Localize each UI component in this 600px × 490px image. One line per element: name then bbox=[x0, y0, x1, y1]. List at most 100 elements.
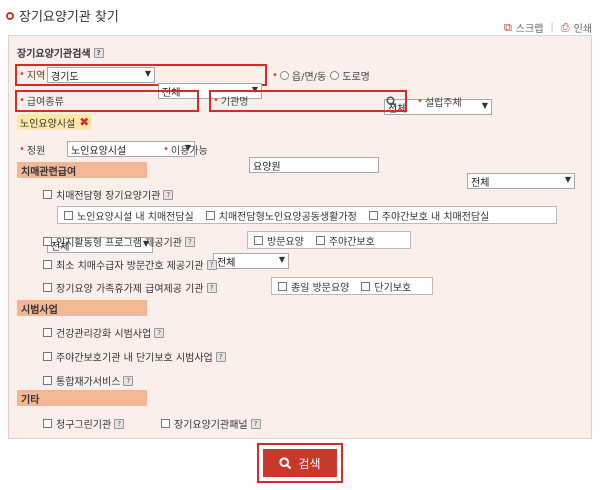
capacity-label-text: 정원 bbox=[26, 146, 46, 157]
region-label: • 지역 bbox=[19, 69, 46, 82]
cognitive-program-checkbox[interactable]: 인지활동형 프로그램 제공기관? bbox=[43, 234, 195, 249]
sub-option-day-night[interactable]: 주야간보호 bbox=[315, 233, 375, 248]
checkbox[interactable] bbox=[43, 237, 52, 246]
help-icon[interactable]: ? bbox=[250, 418, 261, 429]
chevron-down-icon: ▼ bbox=[564, 175, 571, 184]
help-icon[interactable]: ? bbox=[123, 375, 134, 386]
availability-value: 전체 bbox=[217, 257, 236, 269]
checkbox[interactable] bbox=[315, 235, 325, 245]
province-select[interactable]: 경기도 ▼ bbox=[47, 67, 155, 83]
scrap-link[interactable]: 스크랩 bbox=[516, 20, 544, 35]
founder-label: • 설립주체 bbox=[417, 96, 462, 109]
search-panel: 장기요양기관검색 ? • 지역 경기도 ▼ 전체 ▼ • 읍/면/동 도로명 전체 ▼ … bbox=[8, 35, 592, 439]
address-options: • 읍/면/동 도로명 bbox=[272, 70, 370, 83]
checkbox[interactable] bbox=[161, 419, 170, 428]
radio-road-label: 도로명 bbox=[342, 72, 370, 83]
help-icon[interactable]: ? bbox=[206, 259, 217, 270]
institution-name-input[interactable]: 요양원 bbox=[249, 157, 379, 173]
service-type-value: 노인요양시설 bbox=[71, 145, 127, 157]
help-icon[interactable]: ? bbox=[215, 351, 226, 362]
institution-name-label-text: 기관명 bbox=[220, 97, 249, 108]
checkbox-label: 종일 방문요양 bbox=[291, 282, 350, 294]
search-icon[interactable] bbox=[381, 93, 401, 109]
print-icon: ⎙ bbox=[560, 20, 570, 34]
min-visit-nursing-checkbox[interactable]: 최소 치매수급자 방문간호 제공기관? bbox=[43, 257, 217, 272]
checkbox-label: 통합재가서비스 bbox=[56, 377, 121, 388]
checkbox-label: 청구그린기관 bbox=[56, 420, 112, 431]
checkbox[interactable] bbox=[43, 376, 52, 385]
checkbox[interactable] bbox=[43, 190, 52, 199]
sub-option-visit-care[interactable]: 방문요양 bbox=[254, 233, 304, 248]
remove-tag-icon[interactable]: ✖ bbox=[79, 115, 89, 129]
checkbox-label: 방문요양 bbox=[267, 236, 304, 248]
radio-road[interactable] bbox=[330, 71, 340, 80]
help-icon[interactable]: ? bbox=[206, 282, 217, 293]
family-leave-checkbox[interactable]: 장기요양 가족휴가제 급여제공 기관? bbox=[43, 280, 217, 295]
selected-filter-tag: 노인요양시설 ✖ bbox=[17, 114, 93, 130]
health-management-checkbox[interactable]: 건강관리강화 시범사업? bbox=[43, 325, 165, 340]
capacity-label: • 정원 bbox=[19, 144, 46, 157]
region-label-text: 지역 bbox=[26, 71, 46, 82]
integrated-home-service-checkbox[interactable]: 통합재가서비스? bbox=[43, 373, 134, 388]
checkbox-label: 장기요양 가족휴가제 급여제공 기관 bbox=[56, 284, 204, 295]
help-icon[interactable]: ? bbox=[114, 418, 125, 429]
availability-label-text: 이용가능 bbox=[170, 146, 208, 157]
checkbox[interactable] bbox=[361, 281, 371, 291]
help-icon[interactable]: ? bbox=[154, 327, 165, 338]
founder-label-text: 설립주체 bbox=[424, 98, 462, 109]
search-button-highlight: 검색 bbox=[257, 443, 343, 483]
checkbox[interactable] bbox=[43, 283, 52, 292]
sub-option-short-term[interactable]: 단기보호 bbox=[361, 279, 411, 294]
checkbox[interactable] bbox=[43, 260, 52, 269]
form-title-text: 장기요양기관검색 bbox=[17, 49, 91, 60]
search-icon bbox=[279, 456, 292, 469]
checkbox-label: 치매전담형 장기요양기관 bbox=[56, 191, 161, 202]
checkbox-label: 주야간보호 내 치매전담실 bbox=[381, 211, 490, 223]
availability-select[interactable]: 전체 ▼ bbox=[213, 253, 289, 269]
availability-label: • 이용가능 bbox=[163, 144, 208, 157]
page-title-text: 장기요양기관 찾기 bbox=[19, 10, 119, 25]
checkbox[interactable] bbox=[205, 210, 215, 220]
service-type-label-text: 급여종류 bbox=[26, 97, 64, 108]
selected-filter-tag-text: 노인요양시설 bbox=[20, 118, 76, 130]
institution-name-label: • 기관명 bbox=[213, 95, 249, 108]
sub-option-nursing-home[interactable]: 노인요양시설 내 치매전담실 bbox=[64, 208, 194, 223]
checkbox[interactable] bbox=[278, 281, 287, 291]
checkbox-label: 치매전담형노인요양공동생활가정 bbox=[218, 211, 357, 223]
province-value: 경기도 bbox=[51, 71, 79, 83]
checkbox-label: 최소 치매수급자 방문간호 제공기관 bbox=[56, 261, 204, 272]
checkbox-label: 건강관리강화 시범사업 bbox=[56, 329, 152, 340]
section-dementia: 치매관련급여 bbox=[17, 162, 147, 178]
sub-option-group-home[interactable]: 치매전담형노인요양공동생활가정 bbox=[205, 208, 357, 223]
checkbox[interactable] bbox=[43, 352, 52, 361]
help-icon[interactable]: ? bbox=[93, 47, 104, 58]
checkbox-label: 장기요양기관패널 bbox=[174, 420, 248, 431]
founder-select[interactable]: 전체 ▼ bbox=[467, 173, 575, 189]
divider: | bbox=[550, 22, 554, 33]
checkbox[interactable] bbox=[43, 419, 52, 428]
search-button[interactable]: 검색 bbox=[263, 449, 337, 477]
checkbox[interactable] bbox=[43, 328, 52, 337]
green-institution-checkbox[interactable]: 청구그린기관? bbox=[43, 416, 125, 431]
help-icon[interactable]: ? bbox=[184, 236, 195, 247]
dementia-sub-options: 노인요양시설 내 치매전담실 치매전담형노인요양공동생활가정 주야간보호 내 치… bbox=[57, 206, 557, 224]
page-title: 장기요양기관 찾기 bbox=[6, 6, 119, 25]
checkbox-label: 노인요양시설 내 치매전담실 bbox=[77, 211, 194, 223]
section-pilot: 시범사업 bbox=[17, 300, 147, 316]
search-button-label: 검색 bbox=[298, 456, 321, 471]
sub-option-all-day-visit[interactable]: 종일 방문요양 bbox=[278, 279, 349, 294]
day-care-short-term-checkbox[interactable]: 주야간보호기관 내 단기보호 시범사업? bbox=[43, 349, 226, 364]
checkbox[interactable] bbox=[254, 235, 263, 245]
checkbox[interactable] bbox=[64, 210, 73, 220]
family-leave-sub-options: 종일 방문요양 단기보호 bbox=[271, 277, 433, 295]
dementia-dedicated-checkbox[interactable]: 치매전담형 장기요양기관? bbox=[43, 187, 174, 202]
print-link[interactable]: 인쇄 bbox=[574, 20, 592, 35]
checkbox-label: 단기보호 bbox=[374, 282, 412, 294]
sub-option-day-care[interactable]: 주야간보호 내 치매전담실 bbox=[368, 208, 490, 223]
checkbox[interactable] bbox=[368, 210, 378, 220]
panel-institution-checkbox[interactable]: 장기요양기관패널? bbox=[161, 416, 261, 431]
scrap-icon: ⧉ bbox=[503, 20, 512, 34]
top-actions: ⧉ 스크랩 | ⎙ 인쇄 bbox=[503, 20, 592, 36]
help-icon[interactable]: ? bbox=[163, 189, 174, 200]
radio-eup[interactable] bbox=[279, 71, 289, 80]
